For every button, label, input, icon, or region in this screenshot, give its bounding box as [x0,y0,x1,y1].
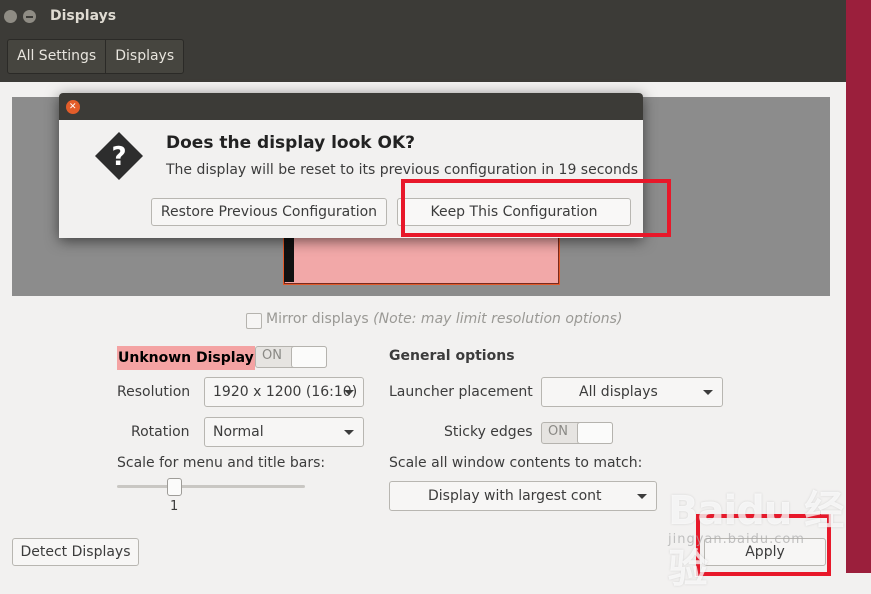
rotation-dropdown[interactable]: Normal [204,417,364,447]
display-name: Unknown Display [117,346,255,370]
window-close-icon[interactable] [4,10,17,23]
rotation-label: Rotation [131,424,190,440]
scale-all-dropdown[interactable]: Display with largest contr [389,481,657,511]
question-icon: ? [95,132,143,180]
dialog-title: Does the display look OK? [166,133,415,153]
toggle-on-label: ON [262,348,282,363]
toggle-on-label: ON [548,424,568,439]
svg-text:?: ? [111,142,126,172]
launcher-placement-dropdown[interactable]: All displays [541,377,723,407]
dialog-message: The display will be reset to its previou… [166,162,639,178]
resolution-value: 1920 x 1200 (16:10) [213,384,358,400]
toggle-knob [291,346,327,368]
rotation-value: Normal [213,424,264,440]
watermark-url: jingyan.baidu.com [668,532,805,547]
detect-displays-button[interactable]: Detect Displays [12,538,139,566]
crumb-displays[interactable]: Displays [105,40,183,73]
launcher-placement-value: All displays [579,384,658,400]
dialog-titlebar [59,93,643,120]
mirror-note: (Note: may limit resolution options) [373,311,623,327]
dialog-close-icon[interactable] [66,100,80,114]
restore-configuration-button[interactable]: Restore Previous Configuration [151,198,387,226]
chevron-down-icon [637,494,647,499]
window-minimize-icon[interactable] [23,10,36,23]
chevron-down-icon [703,390,713,395]
display-power-toggle[interactable]: ON [255,346,327,368]
highlight-keep-box [401,179,671,237]
launcher-placement-label: Launcher placement [389,384,533,400]
window-titlebar [0,0,846,34]
mirror-displays-label: Mirror displays (Note: may limit resolut… [266,311,622,327]
general-options-heading: General options [389,348,515,364]
scale-value: 1 [170,499,179,514]
scale-label: Scale for menu and title bars: [117,455,326,471]
mirror-label-text: Mirror displays [266,311,369,327]
scale-all-value: Display with largest contr [428,488,602,504]
window-title: Displays [50,8,117,24]
toggle-knob [577,422,613,444]
breadcrumb: All Settings Displays [7,39,185,74]
scale-all-label: Scale all window contents to match: [389,455,643,471]
crumb-all-settings[interactable]: All Settings [8,40,105,73]
chevron-down-icon [344,390,354,395]
resolution-dropdown[interactable]: 1920 x 1200 (16:10) [204,377,364,407]
mirror-displays-checkbox[interactable] [246,313,262,329]
scale-slider-track[interactable] [117,485,305,488]
sticky-edges-label: Sticky edges [444,424,533,440]
sticky-edges-toggle[interactable]: ON [541,422,613,444]
chevron-down-icon [344,430,354,435]
resolution-label: Resolution [117,384,191,400]
scale-slider-handle[interactable] [167,478,182,496]
